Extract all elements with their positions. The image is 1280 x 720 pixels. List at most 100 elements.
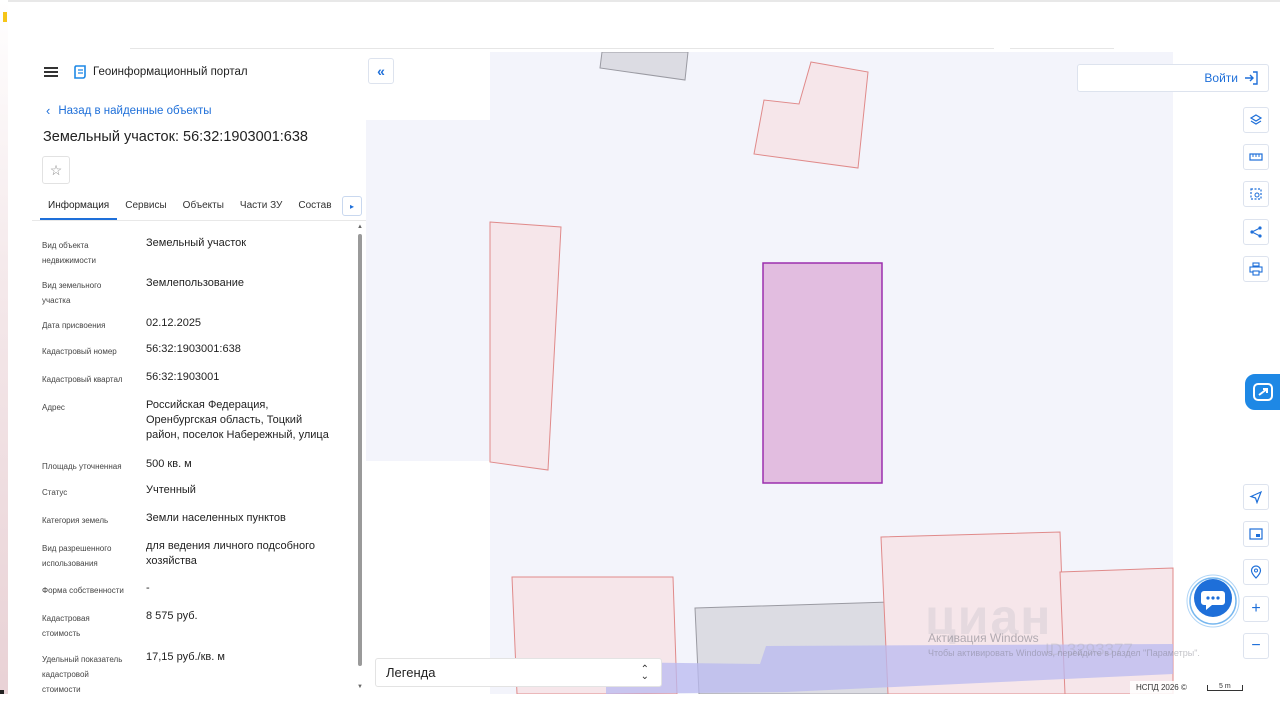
login-icon xyxy=(1245,71,1258,85)
login-button[interactable]: Войти xyxy=(1077,64,1269,92)
property-key-line: Кадастровый номер xyxy=(42,347,117,356)
bottom-strip xyxy=(0,694,1280,720)
geo-pin-icon xyxy=(1250,565,1262,579)
property-row: Дата присвоения 02.12.2025 xyxy=(42,316,347,342)
properties-list: Вид объекта недвижимости Земельный участок… xyxy=(42,236,347,694)
scroll-up-arrow[interactable]: ▲ xyxy=(357,224,363,230)
property-key: Форма собственности xyxy=(42,581,146,609)
tab-information[interactable]: Информация xyxy=(40,196,118,220)
property-value-line: - xyxy=(146,582,150,594)
locate-button[interactable] xyxy=(1243,484,1269,510)
property-key: Кадастровый квартал xyxy=(42,370,146,398)
property-key-line: стоимости xyxy=(42,685,81,694)
property-key: Вид объекта недвижимости xyxy=(42,236,146,276)
info-panel: Геоинформационный портал ‹ Назад в найде… xyxy=(32,52,366,696)
layers-button[interactable] xyxy=(1243,107,1269,133)
property-row: Кадастровый квартал 56:32:1903001 xyxy=(42,370,347,398)
property-value-line: Земли населенных пунктов xyxy=(146,512,286,524)
back-link[interactable]: ‹ Назад в найденные объекты xyxy=(46,103,212,118)
property-value-line: Землепользование xyxy=(146,277,245,289)
map-attribution: НСПД 2026 © 5 m xyxy=(1130,681,1280,694)
service-logo-icon xyxy=(1253,383,1273,401)
property-key: Удельный показатель кадастровой стоимости xyxy=(42,650,146,694)
property-key-line: Адрес xyxy=(42,403,65,412)
map-view[interactable] xyxy=(366,52,1280,694)
property-value: Земельный участок xyxy=(146,236,346,276)
layers-icon xyxy=(1249,114,1263,125)
property-key-line: Категория земель xyxy=(42,516,109,525)
print-button[interactable] xyxy=(1243,256,1269,282)
chat-button[interactable] xyxy=(1185,573,1241,629)
property-value: 17,15 руб./кв. м xyxy=(146,650,346,694)
property-value: 56:32:1903001 xyxy=(146,370,346,398)
property-row: Форма собственности - xyxy=(42,581,347,609)
legend-label: Легенда xyxy=(386,665,436,680)
property-row: Площадь уточненная 500 кв. м xyxy=(42,457,347,483)
property-key-line: Вид разрешенного xyxy=(42,544,112,553)
property-value: Земли населенных пунктов xyxy=(146,511,346,539)
property-value: Учтенный xyxy=(146,483,346,511)
tab-parts[interactable]: Части ЗУ xyxy=(232,196,290,218)
selected-parcel[interactable] xyxy=(762,262,883,484)
app-window: циан ID 3293377 Активация Windows Чтобы … xyxy=(0,0,1280,720)
scroll-thumb[interactable] xyxy=(358,234,362,666)
portal-logo-icon xyxy=(74,65,86,79)
ruler-button[interactable] xyxy=(1243,144,1269,170)
login-label: Войти xyxy=(1204,71,1238,85)
tab-composition[interactable]: Состав xyxy=(290,196,339,218)
property-value-line: 56:32:1903001 xyxy=(146,371,220,383)
menu-icon[interactable] xyxy=(44,67,58,77)
tab-services[interactable]: Сервисы xyxy=(117,196,174,218)
property-row: Кадастровая стоимость 8 575 руб. xyxy=(42,609,347,650)
map-canvas[interactable] xyxy=(366,52,1280,694)
property-row: Категория земель Земли населенных пунктов xyxy=(42,511,347,539)
edge-marker xyxy=(3,12,7,22)
minimap-button[interactable] xyxy=(1243,521,1269,547)
legend-dropdown[interactable]: Легенда ⌃ ⌄ xyxy=(375,658,662,687)
property-value-line: 56:32:1903001:638 xyxy=(146,343,241,355)
object-title: Земельный участок: 56:32:1903001:638 xyxy=(43,129,308,145)
property-row: Вид объекта недвижимости Земельный участок xyxy=(42,236,347,276)
property-key-line: Вид объекта xyxy=(42,241,89,250)
share-button[interactable] xyxy=(1243,219,1269,245)
panel-scrollbar[interactable]: ▲ ▼ xyxy=(357,224,363,694)
locate-icon xyxy=(1249,490,1263,504)
zoom-in-button[interactable]: + xyxy=(1243,596,1269,622)
property-value: 8 575 руб. xyxy=(146,609,346,650)
top-divider-right xyxy=(1010,48,1114,49)
tab-objects[interactable]: Объекты xyxy=(175,196,232,218)
property-key-line: Форма собственности xyxy=(42,586,124,595)
property-key: Вид разрешенного использования xyxy=(42,539,146,581)
property-value: 02.12.2025 xyxy=(146,316,346,342)
favorite-button[interactable]: ☆ xyxy=(42,156,70,184)
property-value-line: 02.12.2025 xyxy=(146,317,202,329)
star-icon: ☆ xyxy=(49,161,63,178)
external-service-badge[interactable] xyxy=(1243,372,1280,412)
property-value-line: для ведения личного подсобного xyxy=(146,540,316,552)
property-key-line: Площадь уточненная xyxy=(42,462,122,471)
copyright-text: НСПД 2026 © xyxy=(1136,683,1187,692)
ruler-icon xyxy=(1249,153,1263,161)
tabs-scroll-right-button[interactable]: ▸ xyxy=(342,196,362,216)
geo-search-button[interactable] xyxy=(1243,559,1269,585)
select-area-button[interactable] xyxy=(1243,181,1269,207)
property-key-line: недвижимости xyxy=(42,256,96,265)
collapse-panel-button[interactable]: « xyxy=(368,58,394,84)
select-area-icon xyxy=(1250,188,1262,200)
property-key-line: Кадастровая xyxy=(42,614,90,623)
share-icon xyxy=(1250,226,1262,238)
property-key-line: использования xyxy=(42,559,98,568)
scroll-down-arrow[interactable]: ▼ xyxy=(357,684,363,690)
property-value-line: 17,15 руб./кв. м xyxy=(146,651,225,663)
property-row: Статус Учтенный xyxy=(42,483,347,511)
property-key: Статус xyxy=(42,483,146,511)
property-key-line: Кадастровый квартал xyxy=(42,375,123,384)
property-value: - xyxy=(146,581,346,609)
property-key-line: участка xyxy=(42,296,71,305)
property-row: Вид разрешенного использования для ведения… xyxy=(42,539,347,581)
parcel-left[interactable] xyxy=(489,221,562,471)
property-value-line: Российская Федерация, xyxy=(146,399,269,411)
zoom-out-button[interactable]: − xyxy=(1243,633,1269,659)
property-key-line: Статус xyxy=(42,488,68,497)
property-row: Удельный показатель кадастровой стоимости 1… xyxy=(42,650,347,694)
